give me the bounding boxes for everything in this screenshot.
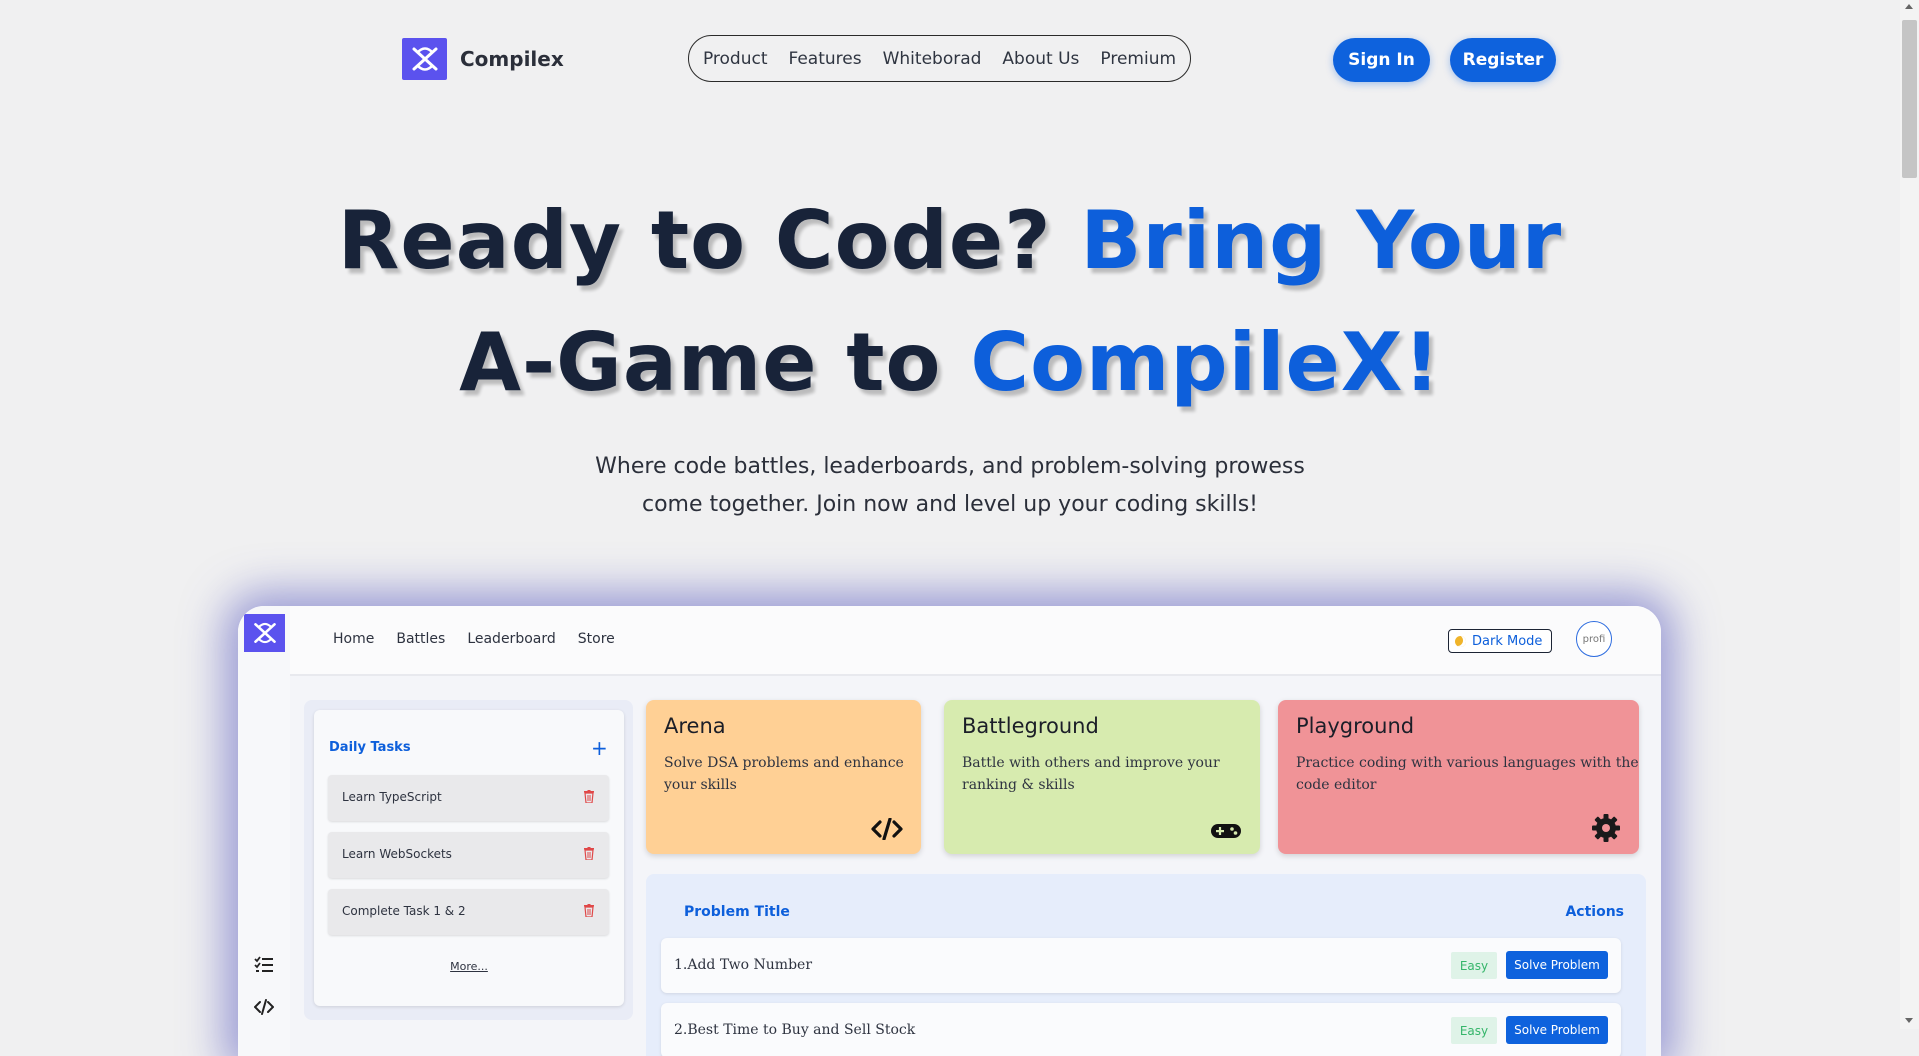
battleground-card-title: Battleground [962, 714, 1099, 738]
register-button[interactable]: Register [1450, 38, 1556, 82]
playground-card-desc: Practice coding with various languages w… [1296, 752, 1639, 796]
table-row[interactable]: 2.Best Time to Buy and Sell Stock Easy S… [661, 1003, 1621, 1056]
task-item[interactable]: Learn TypeScript [328, 775, 609, 821]
hero-subtitle-line2: come together. Join now and level up you… [641, 492, 1258, 517]
arena-card-title: Arena [664, 714, 726, 738]
battleground-card[interactable]: Battleground Battle with others and impr… [944, 700, 1260, 854]
preview-menu: Home Battles Leaderboard Store [333, 631, 615, 647]
hero-title-part1: Ready to Code? [337, 194, 1081, 287]
preview-nav-leaderboard[interactable]: Leaderboard [467, 631, 555, 647]
dark-mode-toggle[interactable]: Dark Mode [1448, 629, 1552, 653]
nav-premium[interactable]: Premium [1100, 49, 1176, 69]
scroll-up-arrow-icon[interactable] [1905, 4, 1913, 9]
arena-card-desc-line2: your skills [664, 777, 737, 793]
hero-title-accent1: Bring Your [1080, 194, 1563, 287]
battleground-card-desc-line1: Battle with others and improve your [962, 755, 1220, 771]
gamepad-icon [1211, 824, 1241, 838]
gear-icon [1592, 814, 1620, 842]
task-item[interactable]: Learn WebSockets [328, 832, 609, 878]
playground-card-desc-line1: Practice coding with various languages w… [1296, 755, 1639, 771]
avatar[interactable]: profi [1576, 621, 1612, 657]
add-task-button[interactable]: + [591, 736, 608, 760]
avatar-alt-text: profi [1582, 633, 1606, 645]
hero-title: Ready to Code? Bring Your A-Game to Comp… [0, 180, 1900, 424]
top-nav: Compilex Product Features Whiteborad Abo… [0, 0, 1900, 118]
dashboard-preview: Home Battles Leaderboard Store Dark Mode… [238, 606, 1661, 1056]
playground-card-title: Playground [1296, 714, 1415, 738]
scroll-down-arrow-icon[interactable] [1905, 1018, 1913, 1023]
solve-problem-button[interactable]: Solve Problem [1506, 1016, 1608, 1044]
daily-tasks-card: Daily Tasks + Learn TypeScript Learn Web… [314, 710, 624, 1006]
arena-card-desc: Solve DSA problems and enhance your skil… [664, 752, 904, 796]
nav-product[interactable]: Product [703, 49, 768, 69]
trash-icon[interactable] [584, 904, 594, 917]
preview-logo-icon[interactable] [244, 614, 285, 652]
preview-nav-store[interactable]: Store [578, 631, 615, 647]
nav-whiteboard[interactable]: Whiteborad [883, 49, 982, 69]
preview-nav-battles[interactable]: Battles [396, 631, 445, 647]
daily-tasks-panel: Daily Tasks + Learn TypeScript Learn Web… [304, 700, 633, 1020]
task-text: Learn WebSockets [342, 847, 452, 861]
compilex-logo-icon [402, 38, 447, 80]
more-tasks-link[interactable]: More... [314, 960, 624, 973]
sign-in-button[interactable]: Sign In [1333, 38, 1430, 82]
task-text: Complete Task 1 & 2 [342, 904, 466, 918]
dark-mode-label: Dark Mode [1472, 633, 1543, 649]
brand-name: Compilex [460, 47, 564, 71]
problem-name: 1.Add Two Number [674, 957, 813, 973]
tasks-icon[interactable] [253, 954, 275, 976]
problem-name: 2.Best Time to Buy and Sell Stock [674, 1022, 916, 1038]
preview-topbar: Home Battles Leaderboard Store Dark Mode… [290, 606, 1661, 676]
task-text: Learn TypeScript [342, 790, 442, 804]
main-nav: Product Features Whiteborad About Us Pre… [688, 35, 1191, 82]
preview-sidebar [238, 606, 291, 1056]
table-row[interactable]: 1.Add Two Number Easy Solve Problem [661, 938, 1621, 993]
task-item[interactable]: Complete Task 1 & 2 [328, 889, 609, 935]
brand[interactable]: Compilex [402, 38, 564, 80]
battleground-card-desc: Battle with others and improve your rank… [962, 752, 1220, 796]
problem-title-header: Problem Title [684, 904, 790, 920]
code-icon[interactable] [253, 996, 275, 1018]
nav-about-us[interactable]: About Us [1002, 49, 1079, 69]
trash-icon[interactable] [584, 847, 594, 860]
code-icon [871, 818, 903, 840]
nav-features[interactable]: Features [788, 49, 861, 69]
moon-icon [1455, 635, 1466, 647]
hero-title-part2: A-Game to [459, 316, 971, 409]
trash-icon[interactable] [584, 790, 594, 803]
scrollbar-thumb[interactable] [1902, 20, 1917, 178]
hero-subtitle: Where code battles, leaderboards, and pr… [560, 448, 1340, 524]
arena-card[interactable]: Arena Solve DSA problems and enhance you… [646, 700, 921, 854]
hero-subtitle-line1: Where code battles, leaderboards, and pr… [595, 454, 1305, 479]
playground-card[interactable]: Playground Practice coding with various … [1278, 700, 1639, 854]
daily-tasks-title: Daily Tasks [329, 740, 411, 755]
preview-main: Daily Tasks + Learn TypeScript Learn Web… [290, 676, 1661, 1056]
hero-title-accent2: CompileX! [970, 316, 1441, 409]
battleground-card-desc-line2: ranking & skills [962, 777, 1075, 793]
preview-nav-home[interactable]: Home [333, 631, 374, 647]
actions-header: Actions [1565, 904, 1624, 920]
arena-card-desc-line1: Solve DSA problems and enhance [664, 755, 904, 771]
difficulty-badge: Easy [1451, 1017, 1497, 1044]
playground-card-desc-line2: code editor [1296, 777, 1377, 793]
difficulty-badge: Easy [1451, 952, 1497, 979]
solve-problem-button[interactable]: Solve Problem [1506, 951, 1608, 979]
